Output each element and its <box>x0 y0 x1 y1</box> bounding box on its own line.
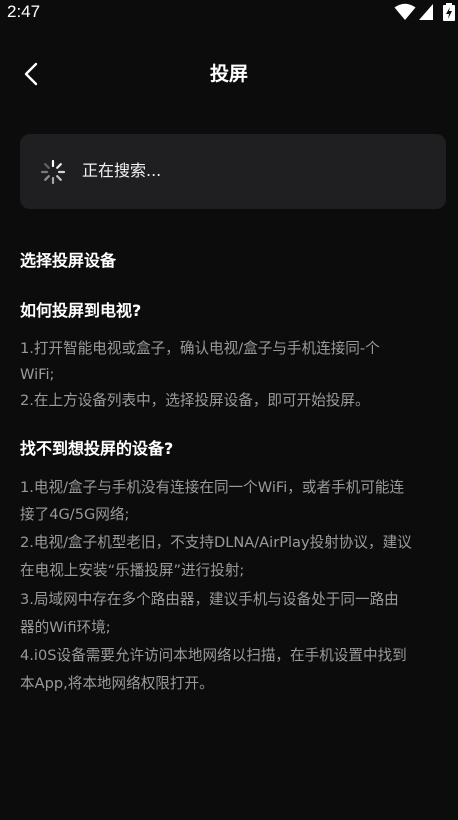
status-time: 2:47 <box>7 2 41 21</box>
help-not-found-line: 2.电视/盒子机型老旧，不支持DLNA/AirPlay投射协议，建议 <box>20 534 412 551</box>
device-section-title: 选择投屏设备 <box>20 251 117 270</box>
header: 投屏 <box>0 50 458 98</box>
status-bar: 2:47 <box>0 0 458 24</box>
help-not-found-line: 3.局域网中存在多个路由器，建议手机与设备处于同一路由 <box>20 591 399 608</box>
help-not-found-line: 1.电视/盒子与手机没有连接在同一个WiFi，或者手机可能连 <box>20 479 405 496</box>
help-not-found-line: 本App,将本地网络权限打开。 <box>20 675 214 692</box>
wifi-icon <box>394 3 416 20</box>
help-how-title: 如何投屏到电视? <box>20 301 142 320</box>
help-how-line: WiFi; <box>20 366 55 383</box>
help-not-found-line: 器的Wifi环境; <box>20 619 111 636</box>
signal-icon <box>419 4 433 20</box>
status-icons <box>394 3 458 21</box>
help-not-found-line: 4.i0S设备需要允许访问本地网络以扫描，在手机设置中找到 <box>20 647 407 664</box>
loading-spinner-icon <box>40 159 66 185</box>
help-how-line: 2.在上方设备列表中，选择投屏设备，即可开始投屏。 <box>20 392 370 409</box>
help-how-line: 1.打开智能电视或盒子，确认电视/盒子与手机连接同-个 <box>20 340 380 357</box>
battery-charging-icon <box>443 3 455 21</box>
help-not-found-line: 在电视上安装“乐播投屏”进行投射; <box>20 562 245 579</box>
help-not-found-line: 接了4G/5G网络; <box>20 506 130 523</box>
help-not-found-title: 找不到想投屏的设备? <box>20 439 174 458</box>
search-status-text: 正在搜索... <box>82 161 162 180</box>
search-status-card: 正在搜索... <box>20 134 446 209</box>
page-title: 投屏 <box>209 63 248 85</box>
